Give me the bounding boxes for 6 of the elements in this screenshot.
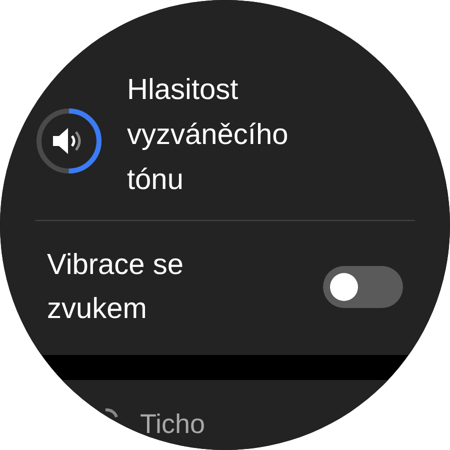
volume-title: Hlasitost vyzváněcího tónu xyxy=(127,72,290,198)
menu-item[interactable]: Ticho xyxy=(140,408,206,440)
vibrate-label: Vibrace se zvukem xyxy=(47,248,184,327)
vibrate-toggle[interactable] xyxy=(323,266,403,308)
speaker-icon xyxy=(53,128,81,154)
volume-ring[interactable] xyxy=(35,107,103,175)
